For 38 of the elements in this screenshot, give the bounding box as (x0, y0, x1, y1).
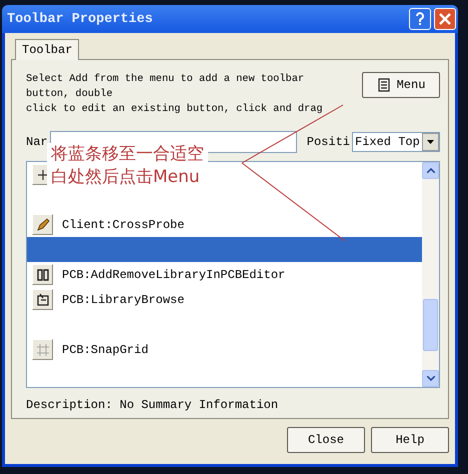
chevron-down-icon (426, 376, 434, 381)
command-label: Client:CrossProbe (62, 218, 184, 232)
command-icon-button[interactable] (32, 214, 53, 235)
command-label: PCB:SnapGrid (62, 342, 148, 356)
position-label: Positi (306, 135, 350, 149)
command-icon-button[interactable] (32, 289, 53, 310)
scroll-up-button[interactable] (422, 162, 439, 179)
grid-icon (36, 342, 50, 356)
pencil-icon (36, 218, 50, 232)
dropdown-arrow-icon (427, 140, 434, 144)
question-icon (415, 12, 425, 26)
library-icon (36, 292, 50, 306)
scrollbar[interactable] (422, 162, 439, 387)
chevron-up-icon (426, 168, 434, 173)
window-title: Toolbar Properties (7, 12, 153, 26)
name-label: Nar (26, 135, 48, 149)
description-text: Description: No Summary Information (26, 398, 280, 412)
annotation-text: 白处然后点击Menu (51, 166, 201, 189)
close-button[interactable] (434, 8, 456, 30)
scroll-down-button[interactable] (422, 370, 439, 387)
position-select[interactable]: Fixed Top (352, 132, 440, 152)
close-icon (439, 13, 451, 25)
instruction-text: click to edit an existing button, click and drag (26, 102, 323, 117)
scroll-thumb[interactable] (423, 298, 438, 350)
instruction-text: Select Add from the menu to add a new toolbar (26, 72, 306, 87)
command-icon-button[interactable] (32, 264, 53, 285)
annotation-text: 将蓝条移至一合适空 (51, 143, 204, 166)
help-button[interactable] (409, 8, 431, 30)
instruction-text: button, double (26, 87, 114, 102)
command-label: PCB:LibraryBrowse (62, 292, 184, 306)
dialog-button[interactable]: Close (287, 427, 365, 453)
command-label: PCB:AddRemoveLibraryInPCBEditor (62, 268, 286, 282)
tab[interactable]: Toolbar (15, 39, 80, 60)
menu-button[interactable]: Menu (362, 72, 440, 98)
dialog-button[interactable]: Help (371, 427, 449, 453)
plus-icon (36, 168, 48, 180)
book-icon (36, 268, 50, 282)
menu-icon (376, 78, 391, 92)
